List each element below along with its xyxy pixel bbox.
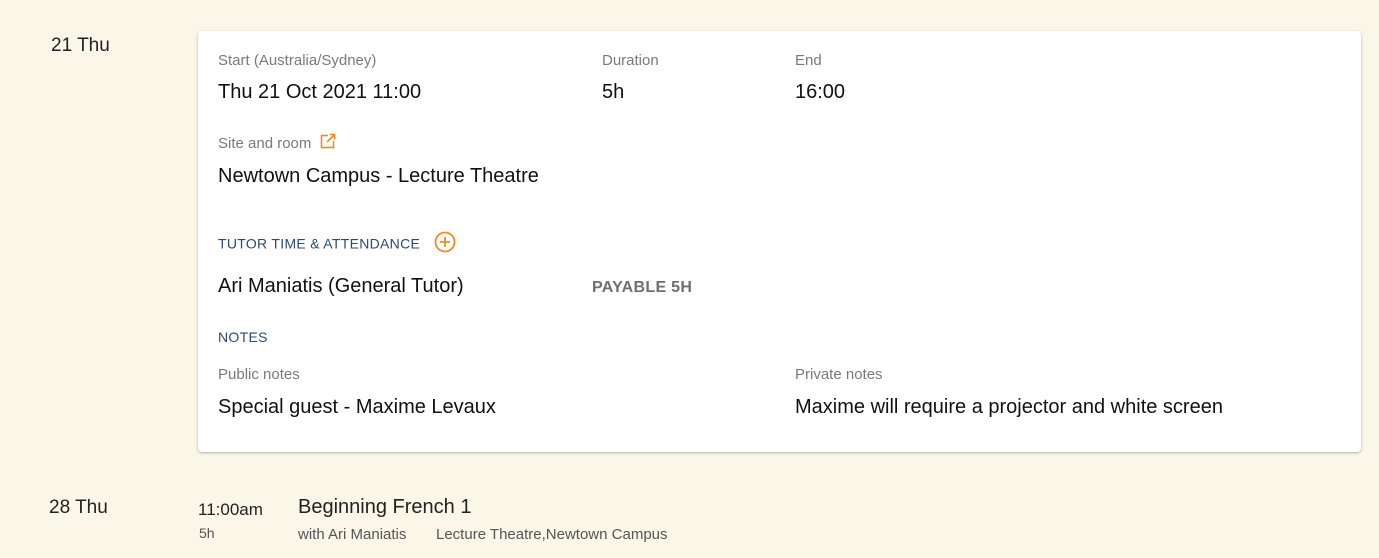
day-label-28: 28 Thu [49,497,108,518]
private-notes-value: Maxime will require a projector and whit… [795,396,1223,418]
tutor-attendance-heading: TUTOR TIME & ATTENDANCE [218,235,421,252]
add-circle-icon[interactable] [434,231,456,256]
duration-label: Duration [602,52,659,69]
site-room-label: Site and room [218,135,312,152]
event-location: Lecture Theatre,Newtown Campus [436,526,668,543]
tutor-attendance-heading-row: TUTOR TIME & ATTENDANCE [218,231,456,256]
external-link-icon[interactable] [320,132,336,153]
duration-value: 5h [602,81,625,103]
end-value: 16:00 [795,81,846,103]
site-room-label-row: Site and room [218,132,336,153]
start-value: Thu 21 Oct 2021 11:00 [218,81,422,103]
event-tutor: with Ari Maniatis [298,526,407,543]
public-notes-label: Public notes [218,366,300,383]
event-time: 11:00am [198,500,263,519]
session-card: Start (Australia/Sydney) Thu 21 Oct 2021… [198,31,1361,452]
end-label: End [795,52,822,69]
private-notes-label: Private notes [795,366,883,383]
tutor-payable-badge: PAYABLE 5H [592,279,693,296]
notes-heading: NOTES [218,329,268,345]
public-notes-value: Special guest - Maxime Levaux [218,396,496,418]
site-room-value: Newtown Campus - Lecture Theatre [218,165,539,187]
event-title-link[interactable]: Beginning French 1 [298,496,471,519]
start-label: Start (Australia/Sydney) [218,52,377,69]
day-label-21: 21 Thu [51,35,110,56]
event-duration: 5h [199,525,215,541]
tutor-name: Ari Maniatis (General Tutor) [218,275,464,297]
